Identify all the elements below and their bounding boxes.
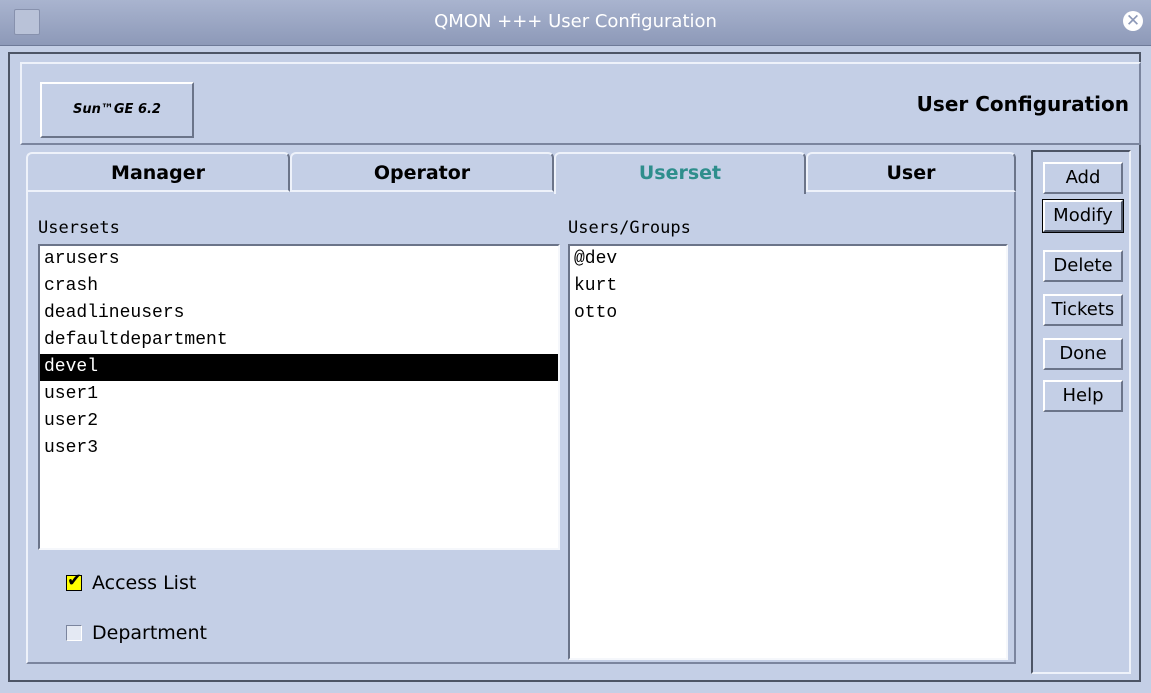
header-panel: Sun™GE 6.2 User Configuration <box>20 62 1141 145</box>
list-item[interactable]: user1 <box>40 381 558 408</box>
user-configuration-window: Sun™GE 6.2 User Configuration Manager Op… <box>8 52 1141 682</box>
list-item[interactable]: defaultdepartment <box>40 327 558 354</box>
list-item[interactable]: user3 <box>40 435 558 462</box>
list-item[interactable]: @dev <box>570 246 1006 273</box>
userset-tab-panel: Usersets arusers crash deadlineusers def… <box>26 192 1016 664</box>
sge-logo-button[interactable]: Sun™GE 6.2 <box>40 82 194 138</box>
tickets-button[interactable]: Tickets <box>1043 294 1123 326</box>
delete-button[interactable]: Delete <box>1043 250 1123 282</box>
help-button[interactable]: Help <box>1043 380 1123 412</box>
access-list-checkbox[interactable] <box>66 570 82 591</box>
department-label: Department <box>92 622 207 644</box>
list-item[interactable]: kurt <box>570 273 1006 300</box>
users-groups-label: Users/Groups <box>568 218 691 238</box>
usersets-list[interactable]: arusers crash deadlineusers defaultdepar… <box>38 244 560 550</box>
users-groups-list[interactable]: @dev kurt otto <box>568 244 1008 660</box>
tab-operator[interactable]: Operator <box>290 152 554 192</box>
list-item[interactable]: otto <box>570 300 1006 327</box>
usersets-label: Usersets <box>38 218 120 238</box>
close-icon[interactable]: ✕ <box>1123 11 1143 31</box>
title-bar: QMON +++ User Configuration ✕ <box>0 0 1151 46</box>
modify-button[interactable]: Modify <box>1042 199 1124 233</box>
window-title: QMON +++ User Configuration <box>434 11 717 32</box>
add-button[interactable]: Add <box>1043 162 1123 194</box>
access-list-checkbox-row[interactable]: Access List <box>66 570 197 594</box>
tab-manager[interactable]: Manager <box>26 152 290 192</box>
tab-area: Manager Operator Userset User Usersets a… <box>26 152 1016 672</box>
list-item[interactable]: user2 <box>40 408 558 435</box>
department-checkbox-row[interactable]: Department <box>66 622 207 644</box>
list-item[interactable]: crash <box>40 273 558 300</box>
action-button-column: Add Modify Delete Tickets Done Help <box>1031 150 1131 674</box>
list-item[interactable]: arusers <box>40 246 558 273</box>
tab-userset[interactable]: Userset <box>554 152 806 194</box>
list-item[interactable]: deadlineusers <box>40 300 558 327</box>
done-button[interactable]: Done <box>1043 338 1123 370</box>
page-title: User Configuration <box>916 92 1129 116</box>
access-list-label: Access List <box>92 572 197 594</box>
list-item-selected[interactable]: devel <box>40 354 558 381</box>
department-checkbox[interactable] <box>66 625 82 641</box>
tab-user[interactable]: User <box>806 152 1016 192</box>
